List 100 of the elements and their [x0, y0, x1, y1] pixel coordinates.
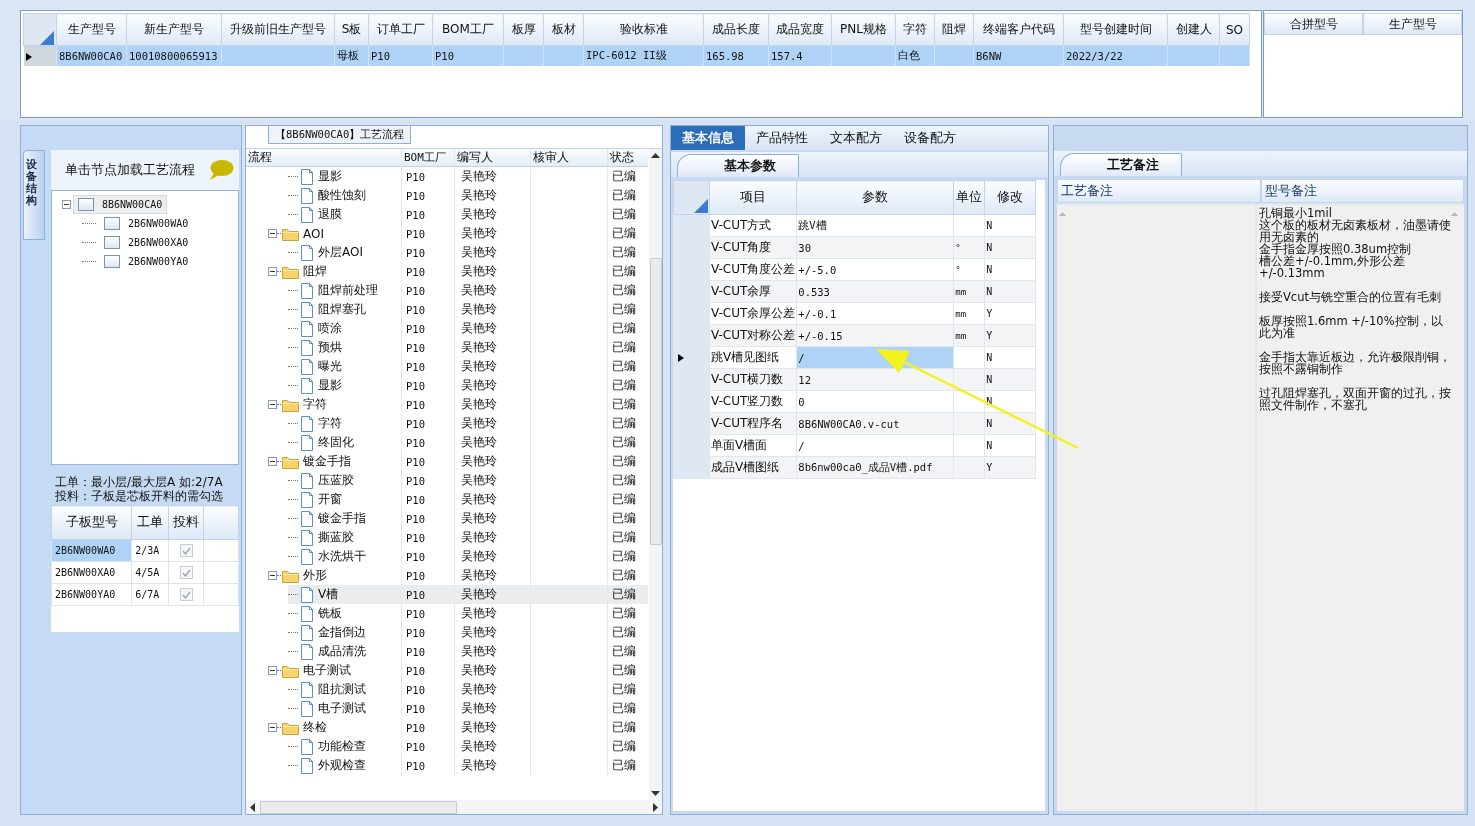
tree-item[interactable]: 字符	[318, 415, 342, 432]
column-header[interactable]: 阻焊	[934, 13, 974, 46]
tree-item[interactable]: 阻焊	[303, 263, 327, 280]
column-header[interactable]: 项目	[709, 180, 797, 215]
column-header[interactable]: PNL规格	[831, 13, 896, 46]
scroll-thumb[interactable]	[649, 258, 662, 545]
table-cell[interactable]: 跳V槽	[796, 214, 954, 237]
table-cell[interactable]: 8B6NW00CA0.v-cut	[796, 412, 954, 435]
tree-item[interactable]: 外层AOI	[318, 244, 363, 261]
row-header[interactable]	[23, 45, 57, 66]
tree-item[interactable]: 铣板	[318, 605, 342, 622]
checkbox[interactable]	[179, 566, 193, 579]
checkbox[interactable]	[179, 544, 193, 557]
tree-item[interactable]: 成品清洗	[318, 643, 366, 660]
column-header[interactable]: 子板型号	[51, 505, 132, 540]
tree-item[interactable]: V槽	[318, 586, 339, 603]
tree-item[interactable]: 水洗烘干	[318, 548, 366, 565]
tree-node[interactable]: 2B6NW00YA0	[100, 253, 193, 270]
column-header[interactable]: 投料	[168, 505, 204, 540]
table-cell[interactable]: 2B6NW00WA0	[51, 539, 132, 562]
column-header[interactable]: 升级前旧生产型号	[221, 13, 335, 46]
table-cell[interactable]: 2B6NW00YA0	[51, 583, 132, 606]
tree-item[interactable]: 外形	[303, 567, 327, 584]
checkbox[interactable]	[179, 588, 193, 601]
column-header[interactable]: 生产型号	[56, 13, 127, 46]
table-cell[interactable]: 0.533	[796, 280, 954, 303]
tree-item[interactable]: 显影	[318, 168, 342, 185]
tree-item[interactable]: 终检	[303, 719, 327, 736]
text-area[interactable]	[1057, 205, 1255, 811]
tree-item[interactable]: 阻焊前处理	[318, 282, 378, 299]
tree-item[interactable]: 显影	[318, 377, 342, 394]
tree-item[interactable]: 终固化	[318, 434, 354, 451]
tab[interactable]: 产品特性	[745, 126, 819, 150]
column-header[interactable]: BOM工厂	[402, 149, 455, 166]
column-header[interactable]: 修改	[984, 180, 1036, 215]
column-header[interactable]: 新生产型号	[126, 13, 222, 46]
scrollbar[interactable]	[649, 149, 662, 800]
tree-item[interactable]: 开窗	[318, 491, 342, 508]
tree-item[interactable]: 镀金手指	[318, 510, 366, 527]
table-cell[interactable]: +/-0.15	[796, 324, 954, 347]
tree-item[interactable]: 预烘	[318, 339, 342, 356]
column-header[interactable]: 状态	[607, 149, 645, 166]
table-cell[interactable]: 0	[796, 390, 954, 413]
tree-item[interactable]: 镀金手指	[303, 453, 351, 470]
column-header[interactable]: 创建人	[1167, 13, 1220, 46]
tree-item[interactable]: 电子测试	[303, 662, 351, 679]
row-header[interactable]	[673, 346, 710, 369]
column-header[interactable]: SO	[1219, 13, 1250, 46]
table-cell[interactable]: 30	[796, 236, 954, 259]
side-tab[interactable]: 设备结构	[23, 150, 45, 240]
column-header[interactable]: 工单	[131, 505, 169, 540]
table-cell: N	[984, 214, 1036, 237]
tab[interactable]: 基本参数	[677, 154, 799, 177]
tab[interactable]: 基本信息	[671, 126, 745, 150]
tree-item[interactable]: 金指倒边	[318, 624, 366, 641]
table-cell[interactable]: +/-5.0	[796, 258, 954, 281]
column-header[interactable]: BOM工厂	[432, 13, 504, 46]
tree-item[interactable]: 外观检查	[318, 757, 366, 774]
tree-node[interactable]: 2B6NW00WA0	[100, 215, 193, 232]
column-header[interactable]: 单位	[953, 180, 985, 215]
column-header[interactable]: 成品宽度	[768, 13, 832, 46]
table-cell[interactable]: +/-0.1	[796, 302, 954, 325]
tree-item[interactable]: 退膜	[318, 206, 342, 223]
scroll-thumb[interactable]	[260, 800, 457, 814]
tree-node[interactable]: 8B6NW00CA0	[73, 195, 168, 214]
tree-item[interactable]: 电子测试	[318, 700, 366, 717]
tree-item[interactable]: 撕蓝胶	[318, 529, 354, 546]
scrollbar[interactable]	[246, 800, 662, 814]
column-header[interactable]: 生产型号	[1363, 13, 1462, 35]
tab[interactable]: 文本配方	[819, 126, 893, 150]
column-header[interactable]: 字符	[895, 13, 935, 46]
tree-item[interactable]: AOI	[303, 226, 324, 241]
tree-item[interactable]: 压蓝胶	[318, 472, 354, 489]
text-area[interactable]: 孔铜最小1mil 这个板的板材无卤素板材，油墨请使用无卤素的 金手指金厚按照0.38um控制 槽公差+/-0.1mm,外形公差+/-0.13mm 接受Vcut与铣空重合的位置有毛刺 板厚按照1.6mm +/-10%控制，以此为准 金手指太靠近板边，允许极限削铜，按照不露铜制作 过孔阻焊塞孔，双面开窗的过孔，按照文件制作，不塞孔	[1257, 205, 1464, 811]
table-cell[interactable]: 2B6NW00XA0	[51, 561, 132, 584]
column-header[interactable]: S板	[334, 13, 369, 46]
column-header[interactable]: 成品长度	[703, 13, 769, 46]
tree-item[interactable]: 字符	[303, 396, 327, 413]
column-header[interactable]: 核审人	[531, 149, 607, 166]
column-header[interactable]: 订单工厂	[368, 13, 433, 46]
tree-item[interactable]: 酸性蚀刻	[318, 187, 366, 204]
column-header[interactable]: 型号创建时间	[1063, 13, 1168, 46]
column-header[interactable]: 板厚	[503, 13, 544, 46]
tab[interactable]: 工艺备注	[1060, 153, 1182, 176]
column-header[interactable]: 终端客户代码	[973, 13, 1064, 46]
tree-item[interactable]: 喷涂	[318, 320, 342, 337]
tree-node[interactable]: 2B6NW00XA0	[100, 234, 193, 251]
tree-item[interactable]: 曝光	[318, 358, 342, 375]
tree-item[interactable]: 阻抗测试	[318, 681, 366, 698]
column-header[interactable]: 验收标准	[583, 13, 704, 46]
column-header[interactable]: 合拼型号	[1264, 13, 1363, 35]
column-header[interactable]: 编写人	[455, 149, 531, 166]
table-cell[interactable]: 8b6nw00ca0_成品V槽.pdf	[796, 456, 954, 479]
tab[interactable]: 设备配方	[893, 126, 967, 150]
column-header[interactable]: 板材	[543, 13, 584, 46]
tree-item[interactable]: 阻焊塞孔	[318, 301, 366, 318]
table-cell[interactable]: /	[796, 434, 954, 457]
column-header[interactable]: 流程	[246, 149, 402, 166]
column-header[interactable]: 参数	[796, 180, 954, 215]
tree-item[interactable]: 功能检查	[318, 738, 366, 755]
